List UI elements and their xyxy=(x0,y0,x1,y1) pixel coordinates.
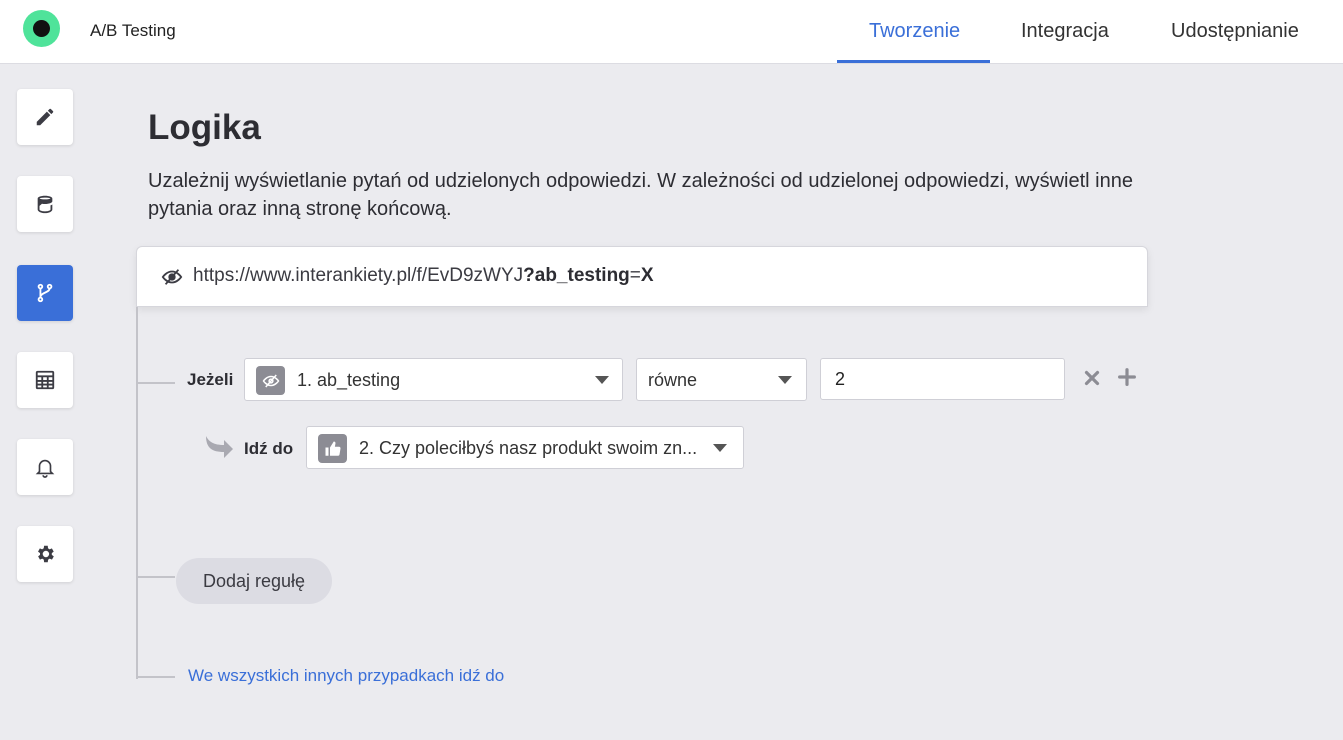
chevron-down-icon xyxy=(713,444,727,452)
survey-url-box: https://www.interankiety.pl/f/EvD9zWYJ?a… xyxy=(136,246,1148,307)
tab-udostepnianie[interactable]: Udostępnianie xyxy=(1171,20,1299,64)
tab-integracja[interactable]: Integracja xyxy=(1021,20,1109,64)
tab-tworzenie[interactable]: Tworzenie xyxy=(869,20,960,64)
logo[interactable] xyxy=(23,10,60,47)
active-tab-indicator xyxy=(837,60,990,63)
sidebar-item-settings[interactable] xyxy=(17,526,73,582)
survey-url[interactable]: https://www.interankiety.pl/f/EvD9zWYJ?a… xyxy=(193,265,654,287)
sidebar-item-edit[interactable] xyxy=(17,89,73,145)
add-condition-icon[interactable] xyxy=(1116,366,1138,388)
tree-branch-rule xyxy=(137,382,175,384)
sidebar-item-calculator[interactable] xyxy=(17,352,73,408)
goto-target-value: 2. Czy poleciłbyś nasz produkt swoim zn.… xyxy=(359,438,698,458)
hidden-question-icon xyxy=(256,366,285,395)
eye-slash-icon xyxy=(161,269,183,285)
chevron-down-icon xyxy=(778,376,792,384)
otherwise-goto-link[interactable]: We wszystkich innych przypadkach idź do xyxy=(188,666,504,686)
question-select-value: 1. ab_testing xyxy=(297,370,401,390)
operator-select-value: równe xyxy=(648,370,698,390)
rule-value-input[interactable] xyxy=(820,358,1065,400)
redirect-arrow-icon xyxy=(206,436,233,458)
page-description: Uzależnij wyświetlanie pytań od udzielon… xyxy=(148,170,1133,220)
sidebar-item-theme[interactable] xyxy=(17,176,73,232)
goto-label: Idź do xyxy=(244,439,294,458)
operator-select[interactable]: równe xyxy=(636,358,807,401)
chevron-down-icon xyxy=(595,376,609,384)
add-rule-button[interactable]: Dodaj regułę xyxy=(176,558,332,604)
url-param: ?ab_testing xyxy=(523,265,630,286)
tree-line xyxy=(136,307,138,679)
question-select[interactable]: 1. ab_testing xyxy=(244,358,623,401)
app-title: A/B Testing xyxy=(90,21,176,40)
if-label: Jeżeli xyxy=(187,370,234,389)
remove-rule-icon[interactable] xyxy=(1081,367,1103,389)
goto-target-select[interactable]: 2. Czy poleciłbyś nasz produkt swoim zn.… xyxy=(306,426,744,469)
bell-icon xyxy=(35,459,55,478)
sidebar-item-notifications[interactable] xyxy=(17,439,73,495)
sidebar-item-logic[interactable] xyxy=(17,265,73,321)
url-eq: = xyxy=(629,265,641,286)
logo-dot xyxy=(33,20,50,37)
tree-branch-add xyxy=(137,576,175,578)
url-base: https://www.interankiety.pl/f/EvD9zWYJ xyxy=(193,265,524,286)
thumbs-up-icon xyxy=(318,434,347,463)
gear-icon xyxy=(38,545,54,563)
top-bar: A/B Testing Tworzenie Integracja Udostęp… xyxy=(0,0,1343,64)
url-value: X xyxy=(640,265,654,286)
page-title: Logika xyxy=(148,108,261,147)
pencil-icon xyxy=(36,108,54,126)
tree-branch-other xyxy=(137,676,175,678)
logic-branch-icon xyxy=(37,283,53,303)
calculator-icon xyxy=(35,370,55,390)
theme-bucket-icon xyxy=(37,195,53,214)
